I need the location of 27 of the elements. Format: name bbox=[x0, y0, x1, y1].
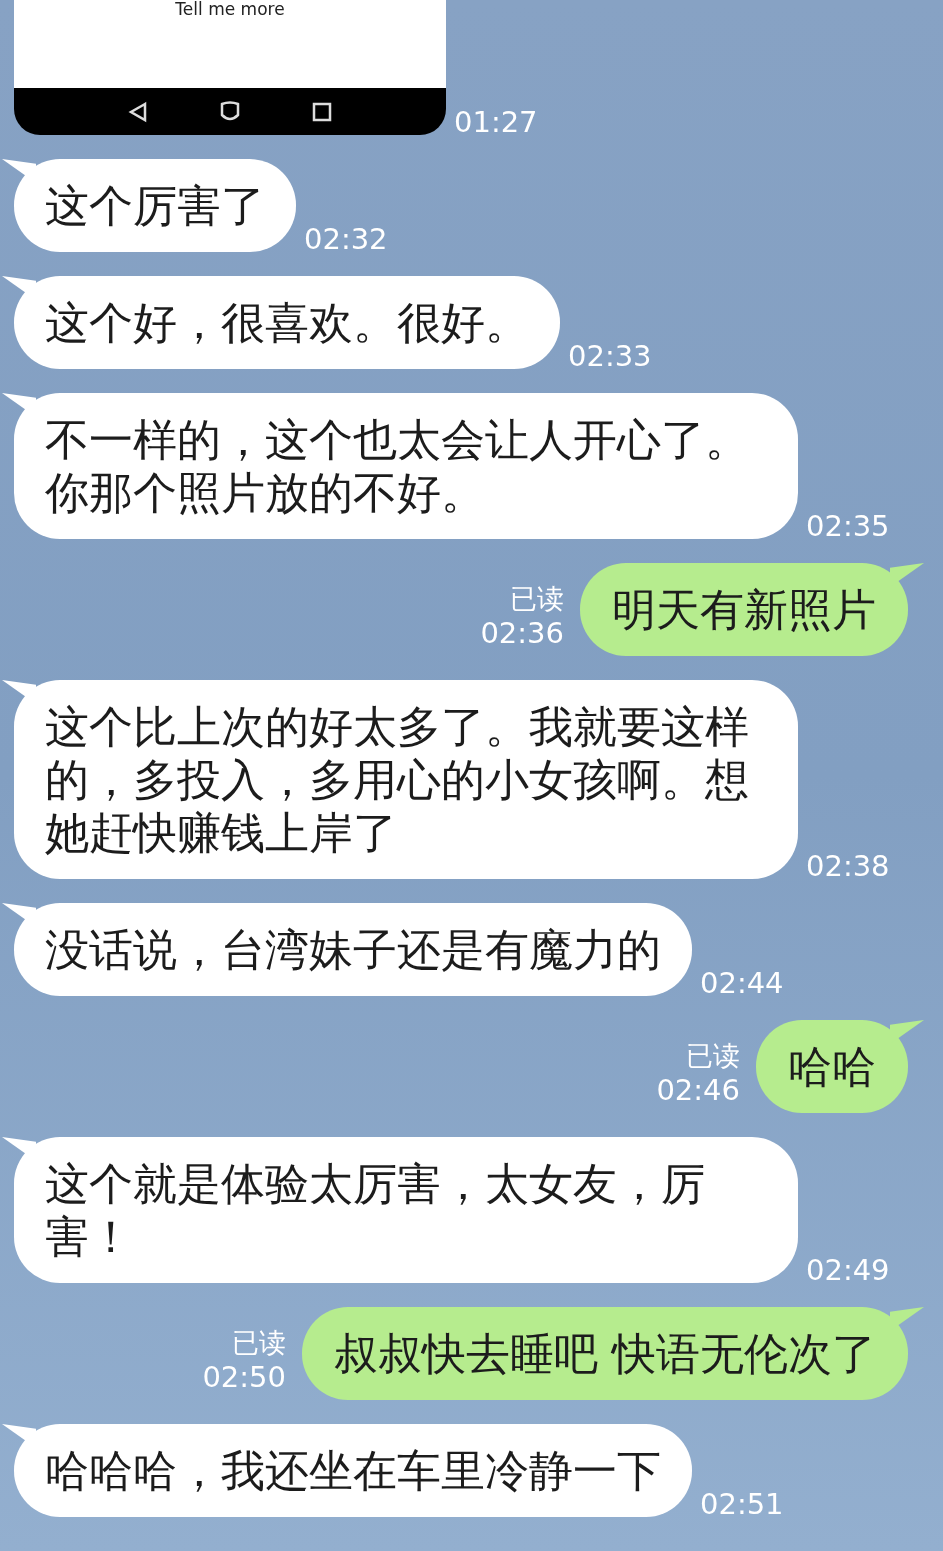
message-bubble: 哈哈哈，我还坐在车里冷静一下 bbox=[14, 1424, 692, 1517]
message-time: 02:38 bbox=[806, 849, 890, 883]
message-bubble: 不一样的，这个也太会让人开心了。你那个照片放的不好。 bbox=[14, 393, 798, 539]
message-bubble: 这个厉害了 bbox=[14, 159, 296, 252]
screenshot-caption: Tell me more bbox=[175, 0, 285, 18]
message-time: 02:35 bbox=[806, 509, 890, 543]
read-receipt: 已读 bbox=[510, 582, 564, 616]
message-time: 01:27 bbox=[454, 105, 538, 139]
message-bubble: 这个就是体验太厉害，太女友，厉害！ bbox=[14, 1137, 798, 1283]
read-receipt: 已读 bbox=[686, 1039, 740, 1073]
message-bubble: 哈哈 bbox=[756, 1020, 908, 1113]
message-time: 02:33 bbox=[568, 339, 652, 373]
message-time: 02:46 bbox=[656, 1073, 740, 1107]
message-bubble: 这个好，很喜欢。很好。 bbox=[14, 276, 560, 369]
message-bubble: 没话说，台湾妹子还是有魔力的 bbox=[14, 903, 692, 996]
message-time: 02:49 bbox=[806, 1253, 890, 1287]
message-time: 02:51 bbox=[700, 1487, 784, 1521]
message-time: 02:36 bbox=[480, 616, 564, 650]
read-receipt: 已读 bbox=[232, 1326, 286, 1360]
square-icon bbox=[311, 100, 333, 123]
message-time: 02:44 bbox=[700, 966, 784, 1000]
back-icon bbox=[127, 100, 149, 123]
message-bubble: 这个比上次的好太多了。我就要这样的，多投入，多用心的小女孩啊。想她赶快赚钱上岸了 bbox=[14, 680, 798, 879]
message-time: 02:32 bbox=[304, 222, 388, 256]
message-bubble: 明天有新照片 bbox=[580, 563, 908, 656]
message-bubble: 叔叔快去睡吧 快语无伦次了 bbox=[302, 1307, 908, 1400]
message-time: 02:50 bbox=[202, 1360, 286, 1394]
